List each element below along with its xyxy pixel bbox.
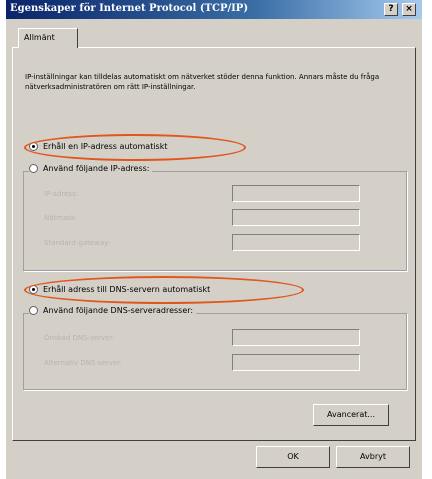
ok-button[interactable]: OK [256,446,330,468]
alternate-dns-label: Alternativ DNS-server: [44,359,123,367]
default-gateway-label: Standard-gateway: [44,239,111,247]
close-button[interactable]: × [402,3,416,16]
ip-address-label: IP-adress: [44,190,79,198]
ip-address-field[interactable] [232,185,360,202]
ip-manual-radio[interactable] [29,164,38,173]
dns-manual-radio[interactable] [29,306,38,315]
ip-manual-option[interactable]: Använd följande IP-adress: [29,164,153,173]
dns-manual-group [23,313,407,390]
window-title: Egenskaper för Internet Protocol (TCP/IP… [10,3,249,14]
help-button[interactable]: ? [384,3,398,16]
subnet-mask-field[interactable] [232,209,360,226]
highlight-oval-ip [24,134,246,161]
subnet-mask-label: Nätmask: [44,214,78,222]
dialog-window: Egenskaper för Internet Protocol (TCP/IP… [6,0,422,479]
highlight-oval-dns [24,276,304,304]
dns-manual-option[interactable]: Använd följande DNS-serveradresser: [29,306,197,315]
intro-text: IP-inställningar kan tilldelas automatis… [25,73,380,91]
alternate-dns-field[interactable] [232,354,360,371]
default-gateway-field[interactable] [232,234,360,251]
preferred-dns-field[interactable] [232,329,360,346]
title-bar[interactable]: Egenskaper för Internet Protocol (TCP/IP… [6,0,422,19]
dns-manual-label: Använd följande DNS-serveradresser: [43,306,194,315]
cancel-button[interactable]: Avbryt [336,446,410,468]
advanced-button[interactable]: Avancerat... [313,404,389,426]
ip-manual-label: Använd följande IP-adress: [43,164,150,173]
tab-general[interactable]: Allmänt [18,28,78,48]
preferred-dns-label: Önskad DNS-server: [44,334,115,342]
